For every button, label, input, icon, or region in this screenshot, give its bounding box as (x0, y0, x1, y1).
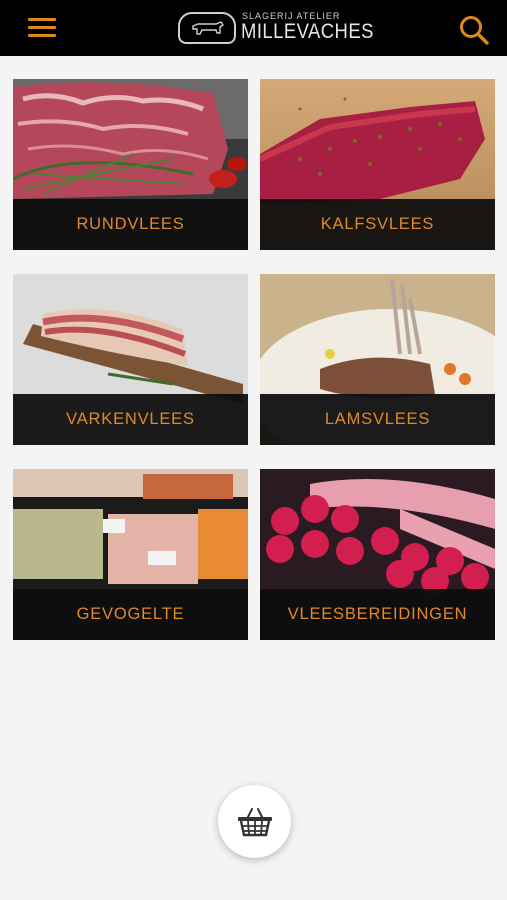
top-navigation-bar: SLAGERIJ ATELIER MILLEVACHES (0, 0, 507, 56)
basket-icon (238, 808, 272, 837)
category-tile-gevogelte[interactable]: GEVOGELTE (13, 469, 248, 640)
category-label: KALFSVLEES (260, 199, 495, 250)
shopping-cart-button[interactable] (218, 785, 291, 858)
logo-title: MILLEVACHES (241, 20, 374, 43)
category-tile-rundvlees[interactable]: RUNDVLEES (13, 79, 248, 250)
category-label: GEVOGELTE (13, 589, 248, 640)
category-label: VARKENVLEES (13, 394, 248, 445)
category-tile-vleesbereidingen[interactable]: VLEESBEREIDINGEN (260, 469, 495, 640)
category-label: LAMSVLEES (260, 394, 495, 445)
cow-logo-icon (178, 12, 236, 44)
category-tile-varkenvlees[interactable]: VARKENVLEES (13, 274, 248, 445)
hamburger-menu-icon[interactable] (28, 18, 56, 38)
category-tile-kalfsvlees[interactable]: KALFSVLEES (260, 79, 495, 250)
category-tile-lamsvlees[interactable]: LAMSVLEES (260, 274, 495, 445)
category-label: VLEESBEREIDINGEN (260, 589, 495, 640)
search-icon[interactable] (458, 14, 490, 46)
category-label: RUNDVLEES (13, 199, 248, 250)
brand-logo: SLAGERIJ ATELIER MILLEVACHES (178, 9, 373, 47)
